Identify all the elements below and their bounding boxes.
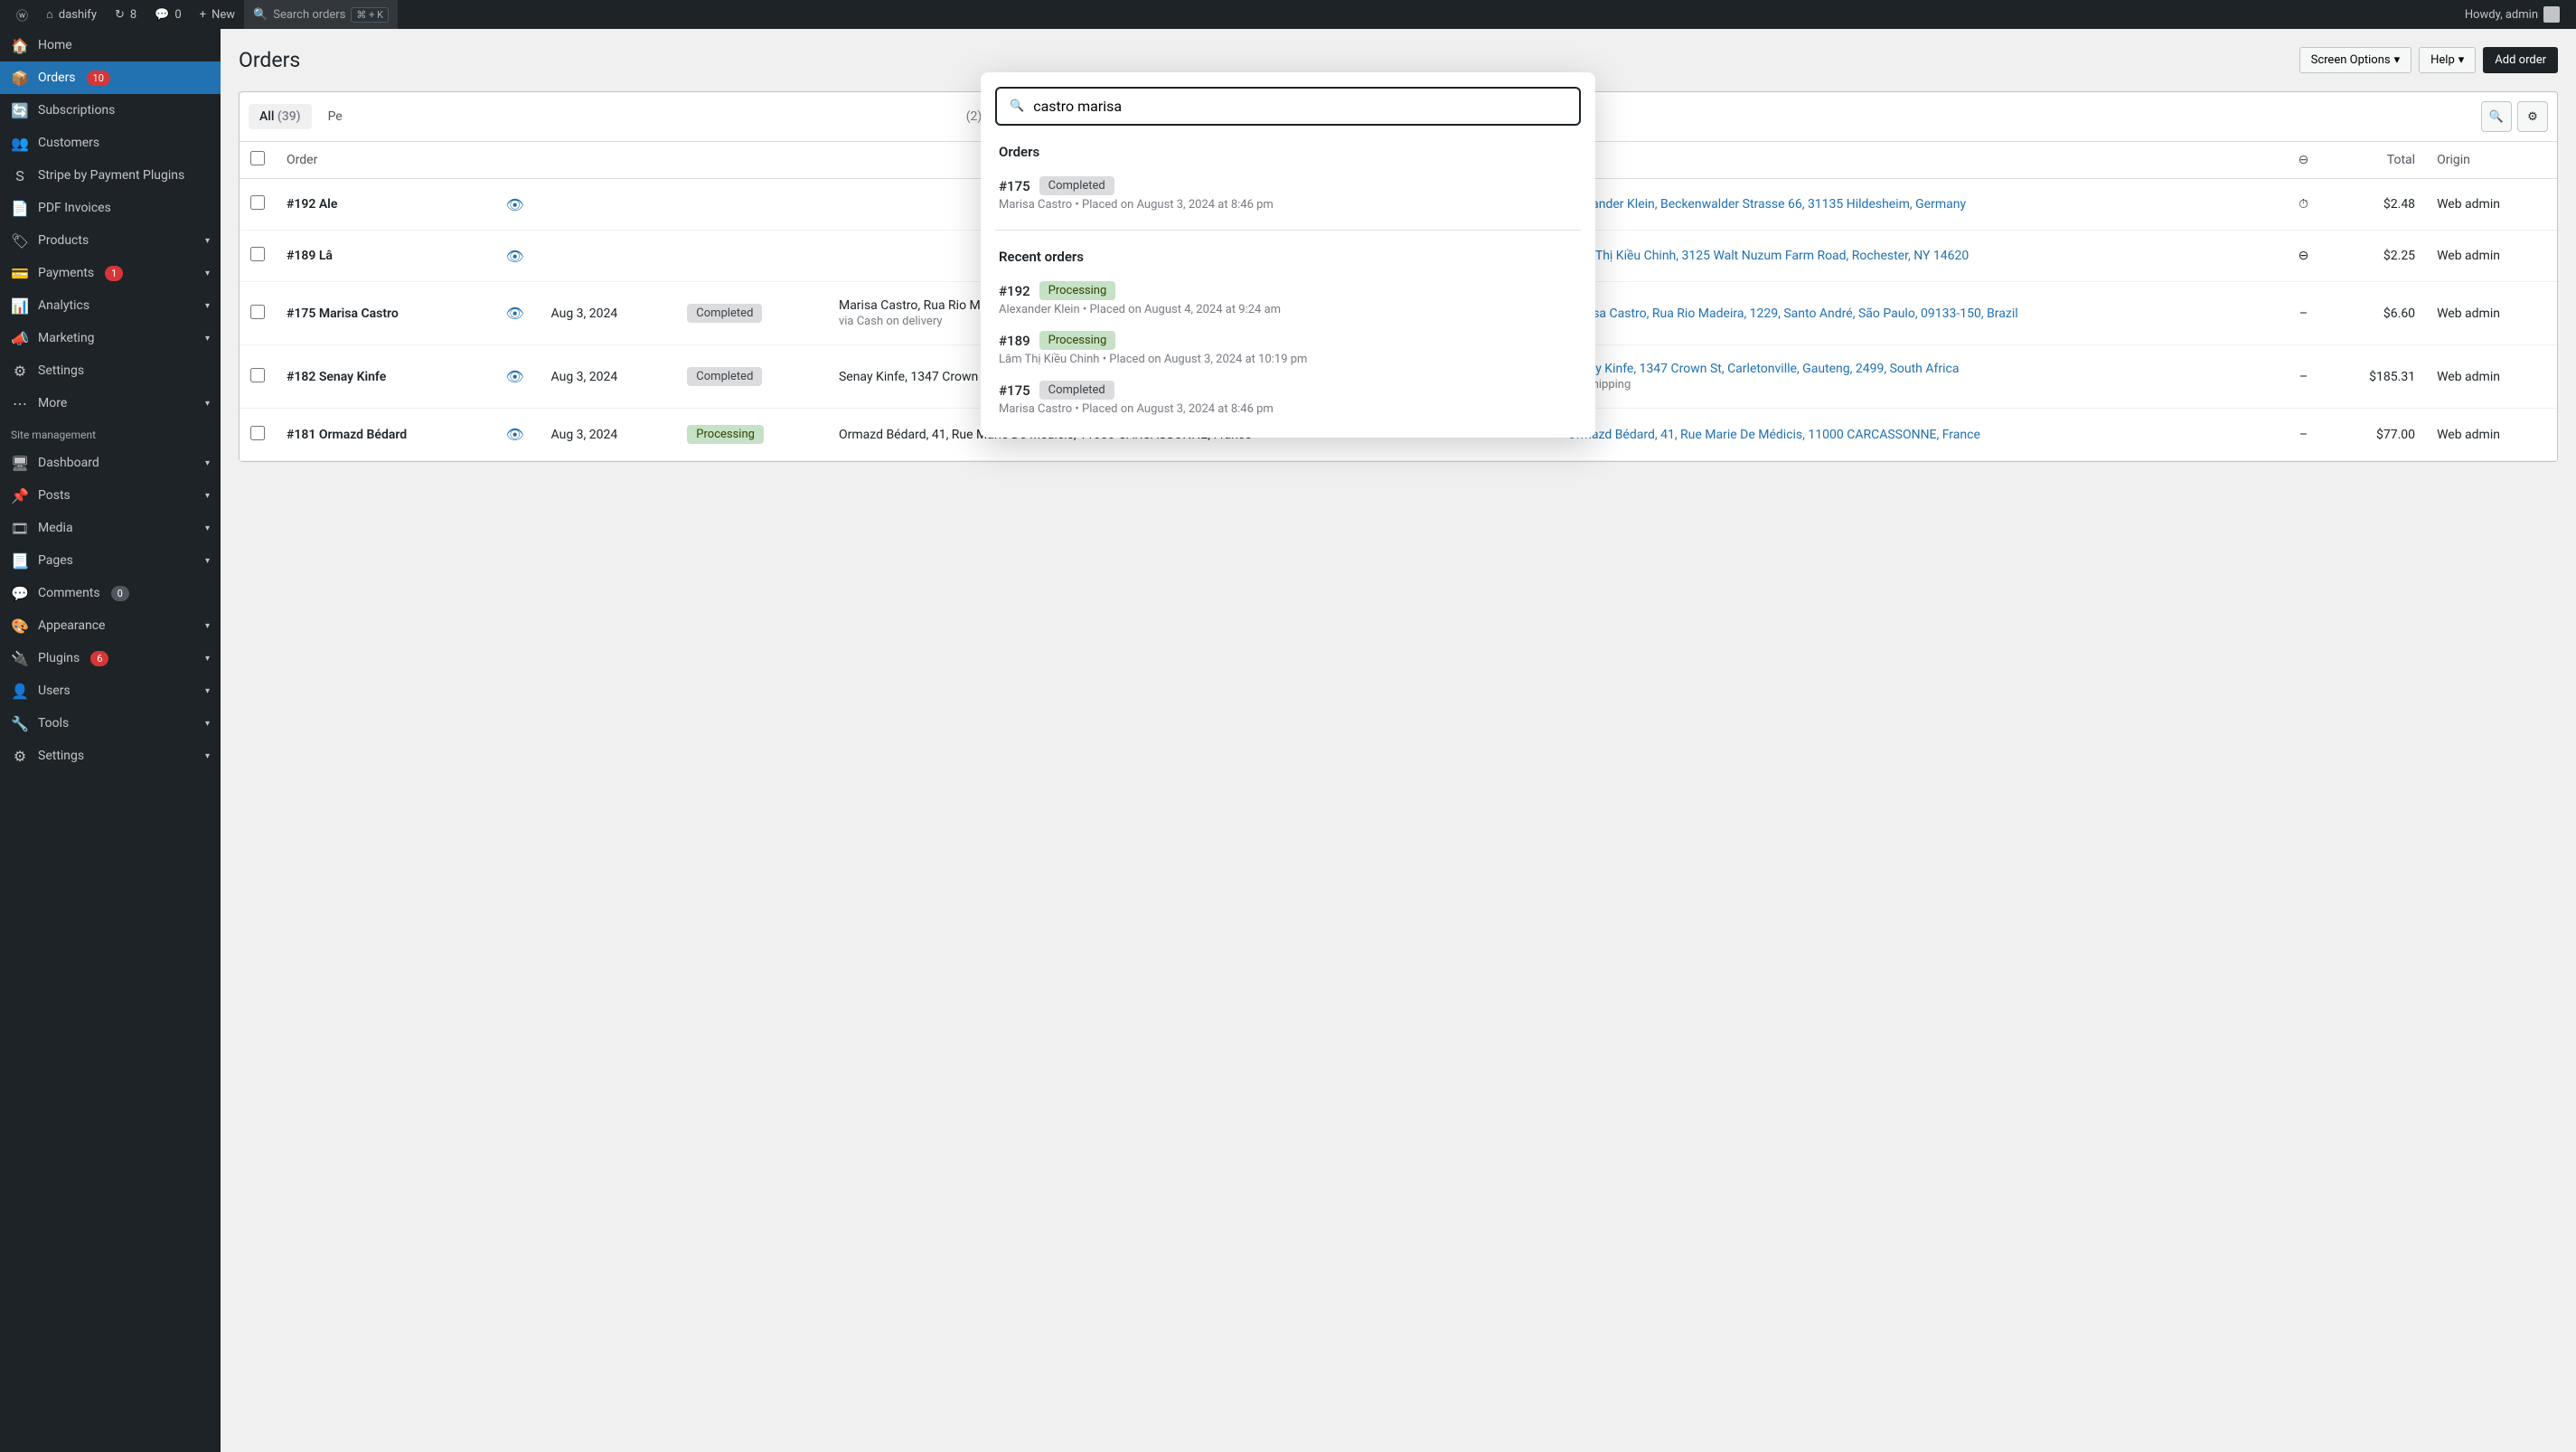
status-badge: Completed [1039,176,1114,195]
recent-heading: Recent orders [995,249,1581,265]
result-subtitle: Marisa Castro • Placed on August 3, 2024… [999,198,1577,212]
search-input[interactable] [1033,98,1566,115]
search-icon: 🔍 [1010,99,1024,113]
search-result[interactable]: #175 Completed Marisa Castro • Placed on… [995,169,1581,219]
search-result[interactable]: #189 Processing Lâm Thị Kiều Chinh • Pla… [995,324,1581,373]
results-heading: Orders [995,144,1581,160]
result-id: #189 [999,333,1030,349]
search-modal: 🔍 Orders #175 Completed Marisa Castro • … [981,72,1595,438]
status-badge: Completed [1039,381,1114,400]
result-subtitle: Lâm Thị Kiều Chinh • Placed on August 3,… [999,353,1577,366]
result-id: #192 [999,283,1030,299]
search-result[interactable]: #175 Completed Marisa Castro • Placed on… [995,373,1581,423]
result-subtitle: Marisa Castro • Placed on August 3, 2024… [999,402,1577,416]
result-id: #175 [999,178,1030,194]
status-badge: Processing [1039,281,1116,300]
status-badge: Processing [1039,331,1116,350]
result-subtitle: Alexander Klein • Placed on August 4, 20… [999,303,1577,316]
result-id: #175 [999,382,1030,399]
search-input-wrap: 🔍 [995,87,1581,126]
search-result[interactable]: #192 Processing Alexander Klein • Placed… [995,274,1581,324]
divider [995,230,1581,231]
